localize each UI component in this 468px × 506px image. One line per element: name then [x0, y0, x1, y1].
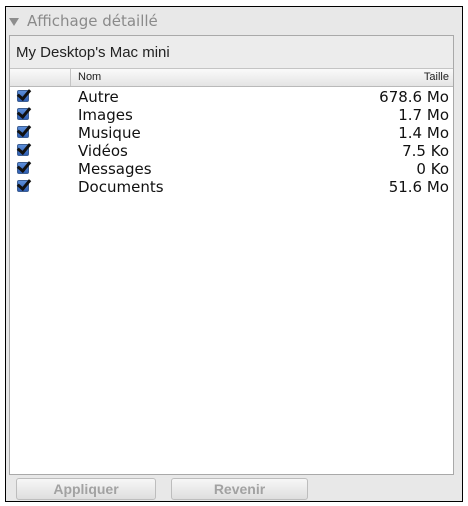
row-name: Images — [78, 106, 133, 124]
disclosure-toggle[interactable]: Affichage détaillé — [9, 10, 158, 32]
table-row: Messages 0 Ko — [10, 160, 453, 178]
category-list: Autre 678.6 Mo Images 1.7 Mo Musique 1.4… — [10, 88, 453, 196]
row-size: 678.6 Mo — [379, 88, 449, 106]
table-row: Vidéos 7.5 Ko — [10, 142, 453, 160]
device-name: My Desktop's Mac mini — [16, 44, 170, 61]
table-row: Documents 51.6 Mo — [10, 178, 453, 196]
row-size: 51.6 Mo — [388, 178, 449, 196]
checkbox-checked[interactable] — [17, 108, 29, 120]
checkbox-checked[interactable] — [17, 144, 29, 156]
checkbox-checked[interactable] — [17, 90, 29, 102]
apply-button[interactable]: Appliquer — [16, 478, 156, 500]
device-name-bar: My Desktop's Mac mini — [10, 36, 453, 69]
row-name: Vidéos — [78, 142, 128, 160]
checkbox-checked[interactable] — [17, 162, 29, 174]
table-row: Images 1.7 Mo — [10, 106, 453, 124]
checkbox-checked[interactable] — [17, 126, 29, 138]
checkbox-checked[interactable] — [17, 180, 29, 192]
column-separator — [70, 69, 71, 86]
table-row: Musique 1.4 Mo — [10, 124, 453, 142]
table-header: Nom Taille — [10, 69, 453, 87]
row-name: Autre — [78, 88, 119, 106]
row-name: Musique — [78, 124, 141, 142]
column-header-name[interactable]: Nom — [78, 71, 101, 83]
column-header-size[interactable]: Taille — [424, 71, 449, 83]
revert-button[interactable]: Revenir — [171, 478, 308, 500]
row-size: 7.5 Ko — [402, 142, 449, 160]
table-row: Autre 678.6 Mo — [10, 88, 453, 106]
row-size: 1.7 Mo — [398, 106, 449, 124]
content-panel: My Desktop's Mac mini Nom Taille Autre 6… — [9, 35, 454, 475]
row-name: Documents — [78, 178, 164, 196]
row-size: 1.4 Mo — [398, 124, 449, 142]
row-size: 0 Ko — [416, 160, 449, 178]
row-name: Messages — [78, 160, 152, 178]
disclosure-label: Affichage détaillé — [27, 12, 158, 30]
disclosure-triangle-down-icon[interactable] — [9, 18, 19, 26]
